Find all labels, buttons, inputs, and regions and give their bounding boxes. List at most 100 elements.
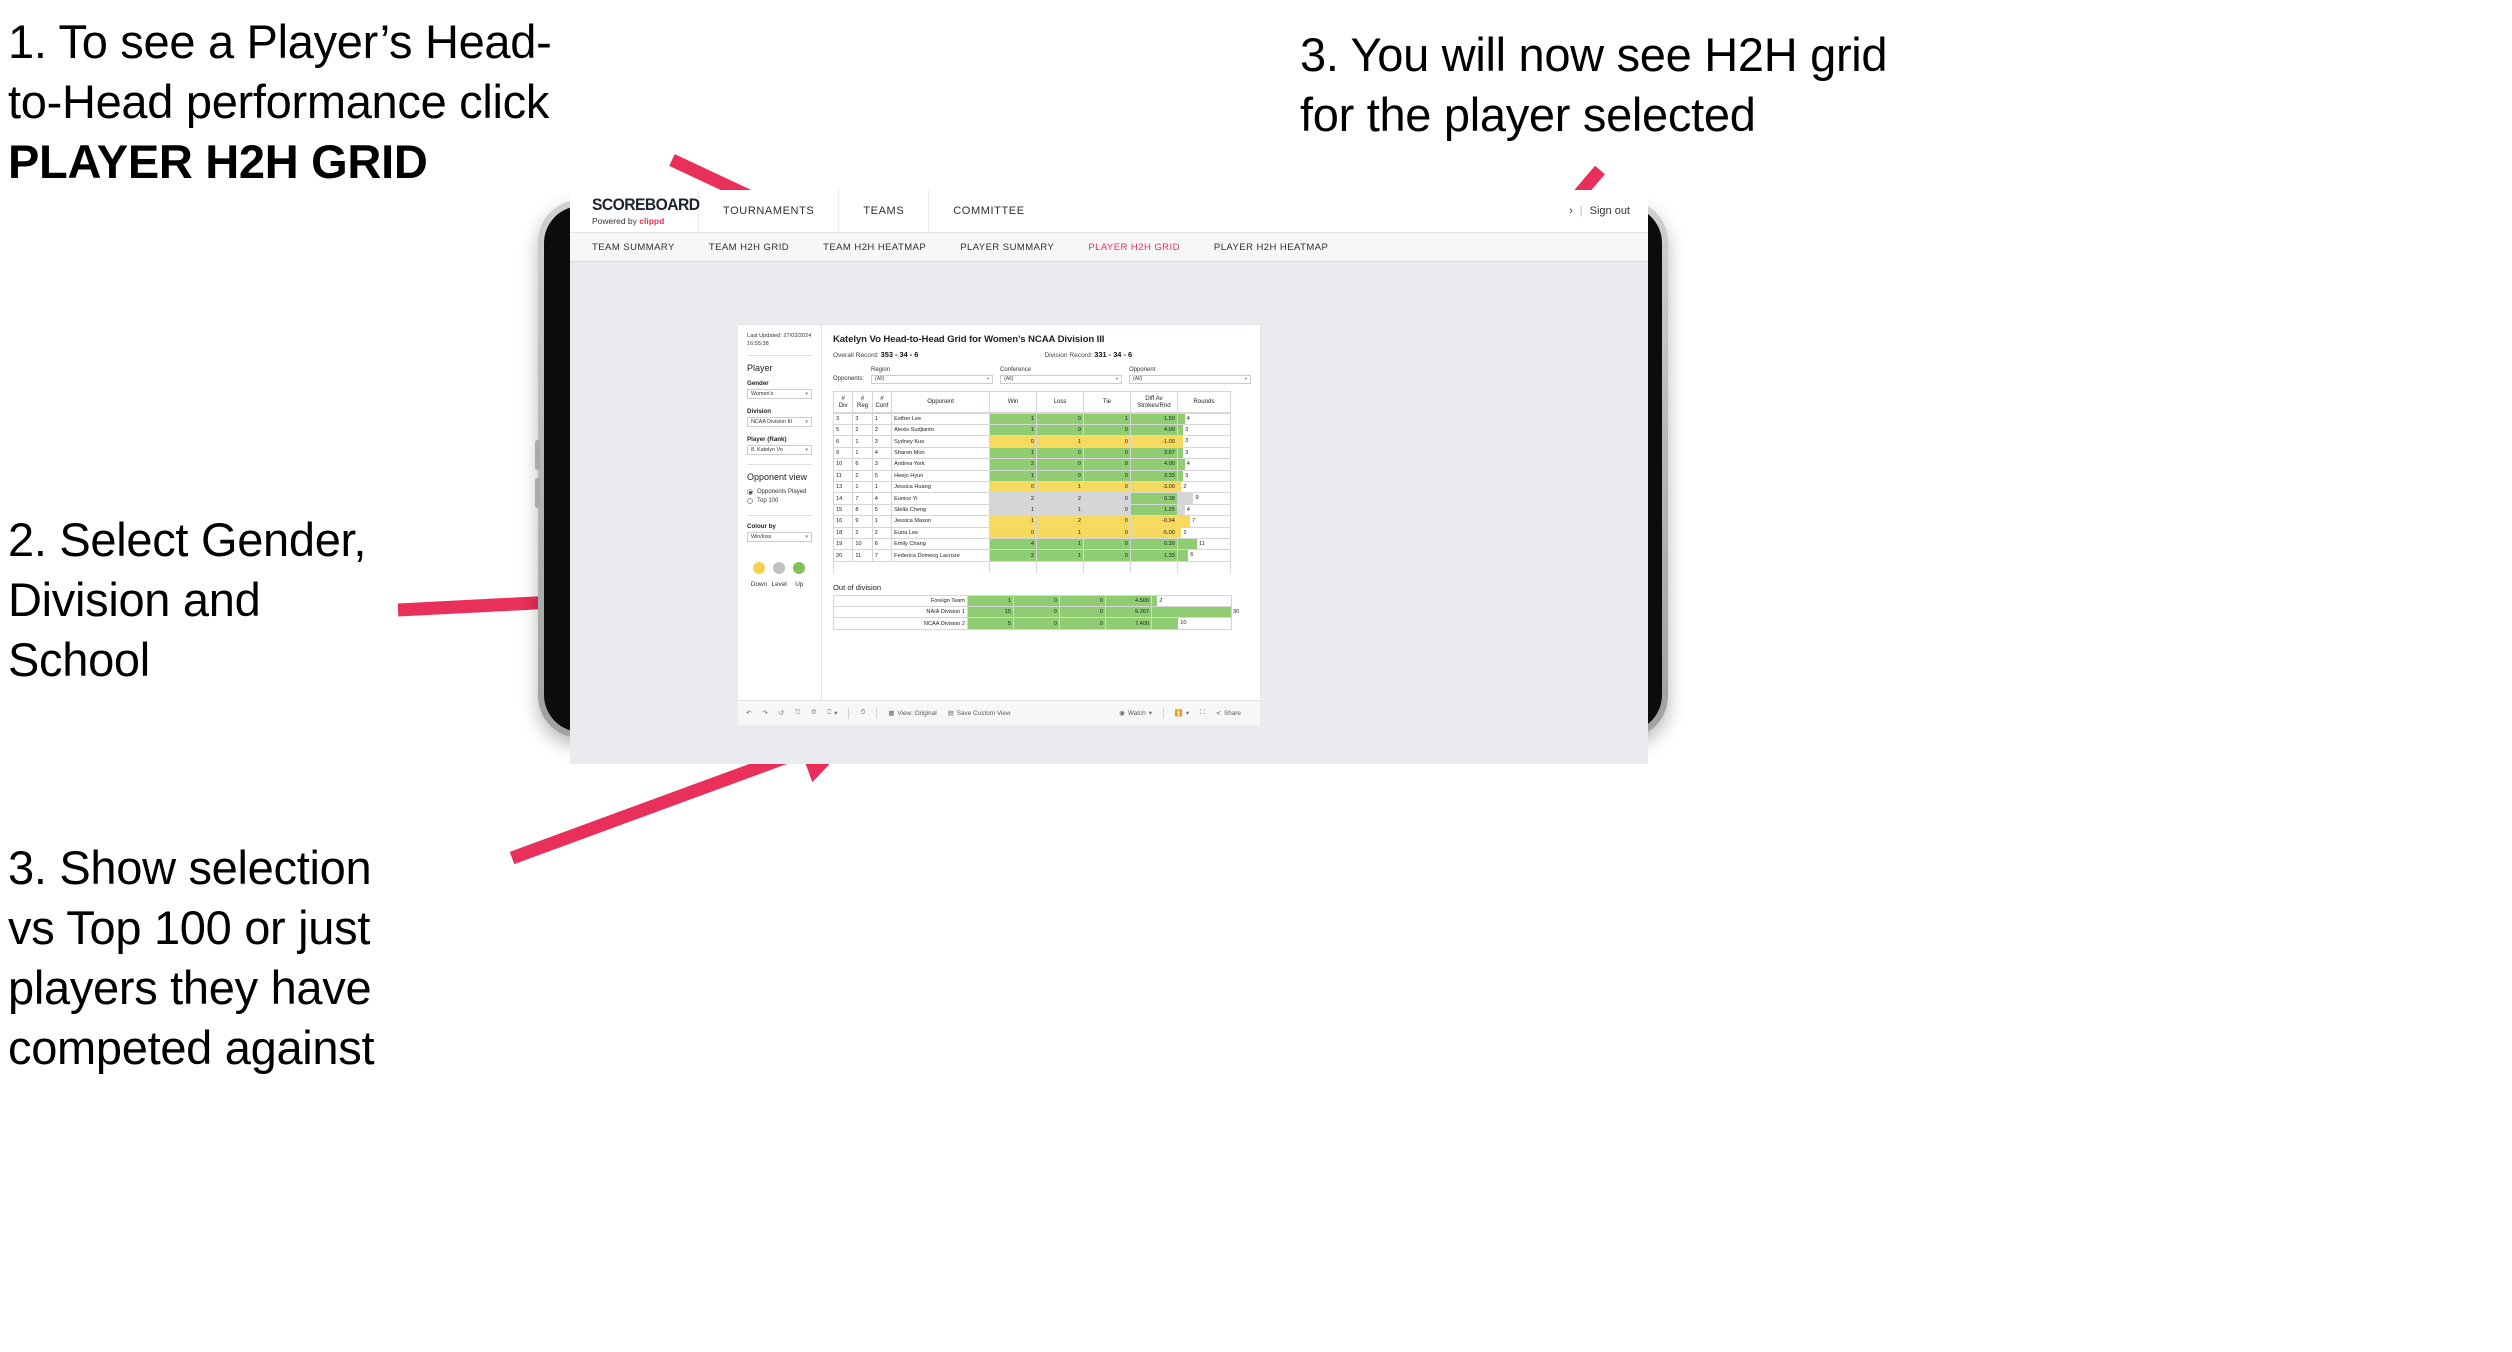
table-row[interactable]: 11 2 5 Heejo Hyun 1 0 0 3.33 3 <box>832 469 1231 482</box>
save-custom-view-label: Save Custom View <box>956 709 1011 717</box>
col-header-conf: # Conf <box>871 390 893 413</box>
cell-loss: 1 <box>1036 549 1084 562</box>
radio-top-100[interactable]: Top 100 <box>747 498 812 505</box>
h2h-rows: 3 3 1 Esther Lee 1 0 1 1.50 4 5 2 2 Alexis Sudjianto… <box>832 412 1231 573</box>
view-original-button[interactable]: ▦ View: Original <box>888 709 936 718</box>
tab-team-summary[interactable]: TEAM SUMMARY <box>592 242 675 253</box>
refresh-data-button[interactable]: ⎋ <box>795 709 800 717</box>
legend-item-up: Up <box>789 562 809 588</box>
player-rank-select[interactable]: 8. Katelyn Vo ▾ <box>747 445 812 456</box>
tab-player-summary[interactable]: PLAYER SUMMARY <box>960 242 1054 253</box>
tablet-volume-up-button[interactable] <box>535 440 540 470</box>
out-of-division-row[interactable]: Foreign Team 1 0 0 4.500 2 <box>832 594 1232 607</box>
table-row[interactable]: 5 2 2 Alexis Sudjianto 1 0 0 4.00 3 <box>832 423 1231 437</box>
rounds-value: 9 <box>1195 495 1199 502</box>
table-row[interactable]: 13 1 1 Jessica Huang 0 1 0 -3.00 2 <box>832 480 1231 494</box>
tab-player-h2h-grid[interactable]: PLAYER H2H GRID <box>1088 242 1180 253</box>
cell-div: 14 <box>832 492 854 505</box>
col-header-tie: Tie <box>1082 390 1131 413</box>
cell-diff: -3.00 <box>1129 480 1178 494</box>
spacer-cell <box>989 561 1038 573</box>
table-row[interactable]: 19 10 6 Emily Chang 4 1 0 0.30 11 <box>832 537 1231 551</box>
table-row[interactable]: 14 7 4 Eunice Yi 2 2 0 0.38 9 <box>832 492 1231 505</box>
opponent-filter-select[interactable]: (All) ▾ <box>1129 374 1251 384</box>
revert-button[interactable]: ↺ <box>779 709 784 717</box>
chevron-down-icon: ▾ <box>805 447 808 454</box>
save-custom-view-button[interactable]: ▤ Save Custom View <box>948 709 1011 718</box>
tab-team-h2h-heatmap[interactable]: TEAM H2H HEATMAP <box>823 242 926 253</box>
cell-div: 10 <box>832 458 854 471</box>
cell-reg: 1 <box>852 446 873 460</box>
table-row[interactable]: 20 11 7 Federica Domecq Lacroze 2 1 0 1.33 6 <box>832 549 1231 562</box>
colour-by-select[interactable]: Win/loss ▾ <box>747 532 812 543</box>
tab-player-h2h-heatmap[interactable]: PLAYER H2H HEATMAP <box>1214 242 1328 253</box>
out-of-division-row[interactable]: NCAA Division 2 5 0 0 7.400 10 <box>832 617 1232 630</box>
table-row[interactable]: 6 1 3 Sydney Kuo 0 1 0 -1.00 3 <box>832 435 1231 448</box>
opponent-filter-label: Opponent <box>1129 367 1156 373</box>
table-row[interactable]: 16 9 1 Jessica Mason 1 2 0 -0.94 7 <box>832 515 1231 528</box>
pause-refresh-button[interactable]: ⎊ <box>811 709 816 717</box>
rounds-value: 2 <box>1159 597 1163 604</box>
radio-opponents-played[interactable]: Opponents Played <box>747 489 812 496</box>
refresh-data-icon: ⎋ <box>795 709 801 716</box>
nav-item-tournaments[interactable]: TOURNAMENTS <box>698 190 838 232</box>
cell-conf: 3 <box>871 435 893 448</box>
radio-unselected-icon <box>747 498 753 505</box>
legend-dot-down <box>753 562 766 575</box>
table-row[interactable]: 15 8 5 Stella Cheng 1 1 0 1.25 4 <box>832 503 1231 517</box>
annotation-step-2: 2. Select Gender, Division and School <box>8 510 528 690</box>
watch-button[interactable]: ◉ Watch ▾ <box>1119 709 1152 718</box>
cell-div: 13 <box>832 480 854 494</box>
download-button[interactable]: ⏫ ▾ <box>1175 709 1189 717</box>
tablet-device: SCOREBOARD Powered by clippd TOURNAMENTS… <box>535 190 1668 764</box>
gender-label: Gender <box>747 380 769 388</box>
cell-conf: 5 <box>871 469 893 482</box>
rounds-value: 4 <box>1186 461 1190 468</box>
region-filter-select[interactable]: (All) ▾ <box>871 374 993 384</box>
cell-opponent: Heejo Hyun <box>891 469 991 482</box>
annotation-step-2-line-3: School <box>8 633 150 687</box>
col-header-div-text: Div <box>838 401 848 409</box>
tablet-bezel: SCOREBOARD Powered by clippd TOURNAMENTS… <box>544 190 1662 764</box>
tab-team-h2h-grid[interactable]: TEAM H2H GRID <box>709 242 789 253</box>
cell-diff: -5.00 <box>1129 526 1178 539</box>
cell-ood-loss: 0 <box>1012 617 1060 630</box>
sign-out-link[interactable]: Sign out <box>1590 205 1630 217</box>
nav-item-committee[interactable]: COMMITTEE <box>928 190 1048 232</box>
rounds-value: 4 <box>1186 506 1190 513</box>
highlight-button[interactable]: ⎕ ▾ <box>827 709 837 717</box>
filter-divider-1 <box>747 355 812 357</box>
tablet-volume-down-button[interactable] <box>535 478 540 508</box>
h2h-scroll-area[interactable]: 3 3 1 Esther Lee 1 0 1 1.50 4 5 2 2 Alexis Sudjianto… <box>832 412 1237 573</box>
division-select[interactable]: NCAA Division III ▾ <box>747 417 812 428</box>
redo-button[interactable]: ↷ <box>762 709 767 717</box>
brand-logo[interactable]: SCOREBOARD Powered by clippd <box>570 190 700 232</box>
overall-record-label: Overall Record: <box>832 352 879 359</box>
brand-tagline: Powered by clippd <box>592 216 698 226</box>
conference-filter-select[interactable]: (All) ▾ <box>1000 374 1122 384</box>
nav-item-teams[interactable]: TEAMS <box>838 190 928 232</box>
visualization-container: Last Updated: 27/03/2024 16:55:38 Player… <box>738 325 1260 700</box>
rounds-value: 3 <box>1185 426 1189 433</box>
fullscreen-button[interactable]: ⛶ <box>1200 709 1204 717</box>
history-button[interactable]: ⏱ <box>860 709 865 717</box>
out-of-division-row[interactable]: NAIA Division 1 15 0 0 9.267 30 <box>832 605 1239 619</box>
rounds-bar <box>1177 459 1185 470</box>
toolbar-separator-3 <box>1162 707 1164 719</box>
col-header-reg: # Reg <box>852 390 873 413</box>
legend-dot-level <box>773 562 786 575</box>
tablet-screen: SCOREBOARD Powered by clippd TOURNAMENTS… <box>570 190 1648 764</box>
cell-reg: 6 <box>852 458 873 471</box>
legend-dot-up <box>793 562 806 575</box>
undo-button[interactable]: ↶ <box>746 709 751 717</box>
share-button[interactable]: ≺ Share <box>1216 709 1241 718</box>
gender-select[interactable]: Women's ▾ <box>747 389 812 400</box>
rounds-bar <box>1177 493 1194 504</box>
table-row[interactable]: 10 6 3 Andrea York 2 0 0 4.00 4 <box>832 458 1231 471</box>
opponent-filter: Opponent (All) ▾ <box>1129 367 1251 384</box>
table-row[interactable]: 3 3 1 Esther Lee 1 0 1 1.50 4 <box>832 412 1231 425</box>
table-row[interactable]: 18 2 2 Euna Lee 0 1 0 -5.00 2 <box>832 526 1231 539</box>
account-chevron-icon[interactable]: › <box>1569 205 1573 217</box>
table-row[interactable]: 9 1 4 Sharon Mun 1 0 0 3.67 3 <box>832 446 1231 460</box>
overall-record: Overall Record: 353 - 34 - 6 <box>833 350 918 359</box>
